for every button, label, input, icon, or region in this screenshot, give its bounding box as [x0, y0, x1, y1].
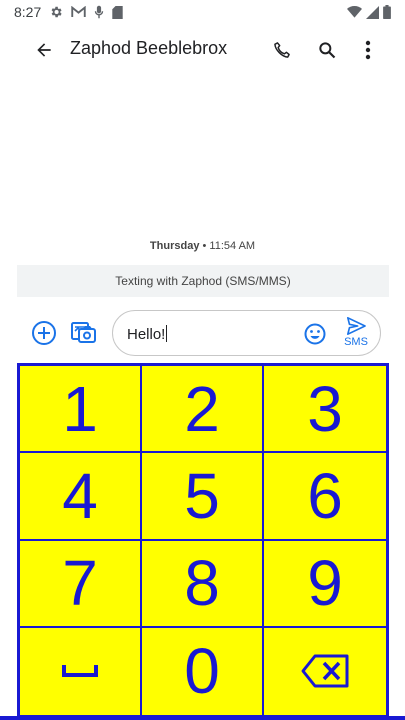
message-input[interactable]: Hello! SMS [112, 310, 381, 356]
key-space[interactable] [20, 627, 142, 715]
compose-bar: Hello! SMS [0, 308, 405, 358]
key-1[interactable]: 1 [20, 366, 142, 454]
keypad-bottom-edge [0, 716, 405, 720]
status-bar: 8:27 [0, 0, 405, 24]
send-label: SMS [344, 336, 368, 348]
add-attachment-button[interactable] [31, 320, 57, 346]
key-8[interactable]: 8 [142, 540, 264, 628]
date-time: 11:54 AM [209, 240, 256, 252]
message-text-value: Hello! [127, 326, 166, 343]
key-7[interactable]: 7 [20, 540, 142, 628]
status-time: 8:27 [14, 4, 42, 20]
message-text: Hello! [127, 325, 168, 343]
call-button[interactable] [268, 36, 296, 64]
search-icon [319, 42, 336, 59]
wifi-icon [347, 6, 362, 18]
send-icon [347, 317, 366, 335]
date-day: Thursday [149, 240, 200, 252]
signal-icon [366, 5, 379, 19]
back-button[interactable] [30, 36, 58, 64]
key-3[interactable]: 3 [264, 366, 386, 454]
key-0[interactable]: 0 [142, 627, 264, 715]
more-options-button[interactable] [354, 36, 382, 64]
app-bar: Zaphod Beeblebrox [0, 28, 405, 72]
mic-icon [94, 5, 104, 19]
gallery-button[interactable] [70, 318, 98, 346]
send-sms-button[interactable]: SMS [339, 317, 373, 353]
number-keypad: 1 2 3 4 5 6 7 8 9 0 [17, 363, 389, 718]
emoji-button[interactable] [303, 322, 327, 346]
key-5[interactable]: 5 [142, 453, 264, 541]
emoji-icon [304, 323, 326, 345]
key-backspace[interactable] [264, 628, 386, 715]
key-9[interactable]: 9 [264, 541, 386, 628]
phone-icon [274, 42, 290, 58]
search-button[interactable] [313, 36, 341, 64]
backspace-icon [301, 654, 349, 688]
texting-banner: Texting with Zaphod (SMS/MMS) [17, 265, 389, 297]
key-2[interactable]: 2 [142, 366, 264, 454]
photo-gallery-icon [71, 322, 96, 343]
date-dot: • [199, 240, 210, 252]
sd-card-icon [112, 5, 123, 19]
date-separator: Thursday • 11:54 AM [0, 240, 405, 252]
more-vert-icon [365, 40, 371, 60]
contact-name[interactable]: Zaphod Beeblebrox [70, 38, 227, 59]
arrow-back-icon [37, 43, 51, 57]
battery-icon [383, 5, 391, 19]
key-6[interactable]: 6 [264, 453, 386, 541]
gmail-icon [71, 6, 86, 18]
key-4[interactable]: 4 [20, 453, 142, 541]
text-caret [166, 325, 168, 342]
space-icon [62, 665, 98, 678]
add-circle-icon [32, 321, 56, 345]
gear-icon [49, 5, 63, 19]
